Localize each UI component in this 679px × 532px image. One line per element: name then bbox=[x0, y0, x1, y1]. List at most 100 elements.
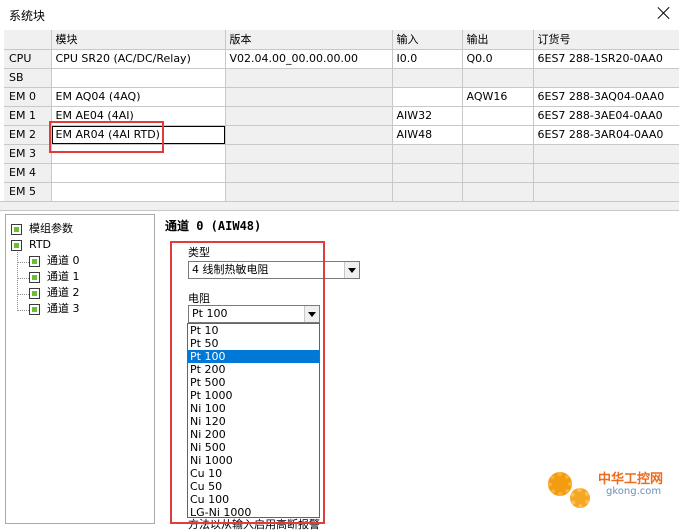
tree-line bbox=[17, 294, 29, 295]
grid-header-order[interactable]: 订货号 bbox=[533, 30, 679, 50]
table-row[interactable]: CPU CPU SR20 (AC/DC/Relay) V02.04.00_00.00… bbox=[4, 49, 679, 69]
grid-header-version[interactable]: 版本 bbox=[225, 30, 393, 50]
dropdown-option[interactable]: Pt 10 bbox=[188, 324, 319, 337]
dropdown-option[interactable]: Ni 500 bbox=[188, 441, 319, 454]
hint-text: 方法以从输入启用高断报警 bbox=[188, 518, 320, 531]
dropdown-option[interactable]: Pt 50 bbox=[188, 337, 319, 350]
cell-module[interactable]: CPU SR20 (AC/DC/Relay) bbox=[51, 49, 226, 69]
tree-item-label: 通道 1 bbox=[47, 270, 80, 283]
chevron-down-icon[interactable] bbox=[304, 306, 319, 322]
dropdown-option[interactable]: Cu 100 bbox=[188, 493, 319, 506]
cell-input[interactable]: AIW48 bbox=[392, 125, 463, 145]
grid-header-slot bbox=[4, 30, 52, 50]
cell-module[interactable]: EM AR04 (4AI RTD) bbox=[51, 125, 226, 145]
grid-header-output[interactable]: 输出 bbox=[462, 30, 534, 50]
cell-order[interactable] bbox=[533, 144, 679, 164]
config-tree: 模组参数 RTD 通道 0 通道 1 通道 2 通道 3 bbox=[5, 214, 155, 524]
dropdown-option[interactable]: Pt 200 bbox=[188, 363, 319, 376]
grid-splitter[interactable] bbox=[0, 201, 679, 211]
dropdown-option[interactable]: Pt 100 bbox=[188, 350, 319, 363]
dropdown-option[interactable]: Cu 10 bbox=[188, 467, 319, 480]
type-label: 类型 bbox=[188, 246, 210, 259]
dropdown-option[interactable]: Pt 1000 bbox=[188, 389, 319, 402]
table-row[interactable]: EM 4 bbox=[4, 163, 679, 183]
table-row[interactable]: EM 3 bbox=[4, 144, 679, 164]
cell-version[interactable] bbox=[225, 182, 393, 202]
cell-output[interactable] bbox=[462, 106, 534, 126]
cell-module[interactable] bbox=[51, 144, 226, 164]
cell-order[interactable]: 6ES7 288-3AR04-0AA0 bbox=[533, 125, 679, 145]
table-row[interactable]: EM 2 EM AR04 (4AI RTD) AIW48 6ES7 288-3AR04… bbox=[4, 125, 679, 145]
channel-icon bbox=[29, 256, 40, 267]
row-header-slot: EM 1 bbox=[4, 106, 52, 126]
chevron-down-icon[interactable] bbox=[344, 262, 359, 278]
grid-header-input[interactable]: 输入 bbox=[392, 30, 463, 50]
dropdown-option[interactable]: Ni 200 bbox=[188, 428, 319, 441]
tree-item-label: RTD bbox=[29, 238, 52, 251]
cell-version[interactable] bbox=[225, 144, 393, 164]
cell-module[interactable] bbox=[51, 68, 226, 88]
tree-item-label: 通道 2 bbox=[47, 286, 80, 299]
cell-module[interactable]: EM AE04 (4AI) bbox=[51, 106, 226, 126]
cell-input[interactable]: I0.0 bbox=[392, 49, 463, 69]
cell-version[interactable]: V02.04.00_00.00.00.00 bbox=[225, 49, 393, 69]
watermark-logo: 中华工控网 gkong.com bbox=[548, 466, 674, 516]
table-row[interactable]: EM 1 EM AE04 (4AI) AIW32 6ES7 288-3AE04-0AA… bbox=[4, 106, 679, 126]
cell-order[interactable]: 6ES7 288-1SR20-0AA0 bbox=[533, 49, 679, 69]
dropdown-option[interactable]: Ni 120 bbox=[188, 415, 319, 428]
table-row[interactable]: EM 0 EM AQ04 (4AQ) AQW16 6ES7 288-3AQ04-0AA… bbox=[4, 87, 679, 107]
cell-version[interactable] bbox=[225, 68, 393, 88]
cell-order[interactable] bbox=[533, 68, 679, 88]
row-header-slot: EM 2 bbox=[4, 125, 52, 145]
cell-input[interactable] bbox=[392, 182, 463, 202]
watermark-brand: 中华工控网 bbox=[598, 472, 664, 487]
dropdown-option[interactable]: Ni 100 bbox=[188, 402, 319, 415]
module-icon bbox=[11, 224, 22, 235]
tree-item-label: 通道 0 bbox=[47, 254, 80, 267]
cell-version[interactable] bbox=[225, 125, 393, 145]
grid-header-module[interactable]: 模块 bbox=[51, 30, 226, 50]
resistance-select[interactable]: Pt 100 bbox=[188, 305, 320, 323]
dropdown-option[interactable]: Pt 500 bbox=[188, 376, 319, 389]
row-header-slot: EM 5 bbox=[4, 182, 52, 202]
window-title: 系统块 bbox=[9, 9, 46, 23]
tree-line bbox=[17, 278, 29, 279]
cell-module[interactable] bbox=[51, 182, 226, 202]
cell-version[interactable] bbox=[225, 106, 393, 126]
type-select[interactable]: 4 线制热敏电阻 bbox=[188, 261, 360, 279]
cell-output[interactable]: AQW16 bbox=[462, 87, 534, 107]
cell-output[interactable] bbox=[462, 144, 534, 164]
cell-input[interactable] bbox=[392, 163, 463, 183]
cell-input[interactable] bbox=[392, 144, 463, 164]
cell-input[interactable] bbox=[392, 68, 463, 88]
cell-order[interactable] bbox=[533, 163, 679, 183]
cell-input[interactable]: AIW32 bbox=[392, 106, 463, 126]
resistance-dropdown-list[interactable]: Pt 10 Pt 50 Pt 100 Pt 200 Pt 500 Pt 1000 Ni 10… bbox=[187, 323, 320, 519]
cell-output[interactable] bbox=[462, 182, 534, 202]
cell-module[interactable]: EM AQ04 (4AQ) bbox=[51, 87, 226, 107]
cell-output[interactable]: Q0.0 bbox=[462, 49, 534, 69]
cell-order[interactable]: 6ES7 288-3AQ04-0AA0 bbox=[533, 87, 679, 107]
tree-item-label: 通道 3 bbox=[47, 302, 80, 315]
dropdown-option[interactable]: Cu 50 bbox=[188, 480, 319, 493]
channel-icon bbox=[29, 288, 40, 299]
cell-version[interactable] bbox=[225, 87, 393, 107]
tree-line bbox=[17, 310, 29, 311]
table-row[interactable]: SB bbox=[4, 68, 679, 88]
cell-output[interactable] bbox=[462, 68, 534, 88]
gear-icon bbox=[548, 472, 572, 496]
close-icon[interactable] bbox=[655, 4, 673, 22]
cell-version[interactable] bbox=[225, 163, 393, 183]
tree-line bbox=[17, 250, 18, 311]
cell-order[interactable]: 6ES7 288-3AE04-0AA0 bbox=[533, 106, 679, 126]
cell-output[interactable] bbox=[462, 125, 534, 145]
dropdown-option[interactable]: Ni 1000 bbox=[188, 454, 319, 467]
row-header-slot: SB bbox=[4, 68, 52, 88]
cell-input[interactable] bbox=[392, 87, 463, 107]
cell-output[interactable] bbox=[462, 163, 534, 183]
watermark-site: gkong.com bbox=[606, 486, 662, 497]
cell-module[interactable] bbox=[51, 163, 226, 183]
table-row[interactable]: EM 5 bbox=[4, 182, 679, 202]
cell-order[interactable] bbox=[533, 182, 679, 202]
type-select-value: 4 线制热敏电阻 bbox=[192, 263, 269, 276]
